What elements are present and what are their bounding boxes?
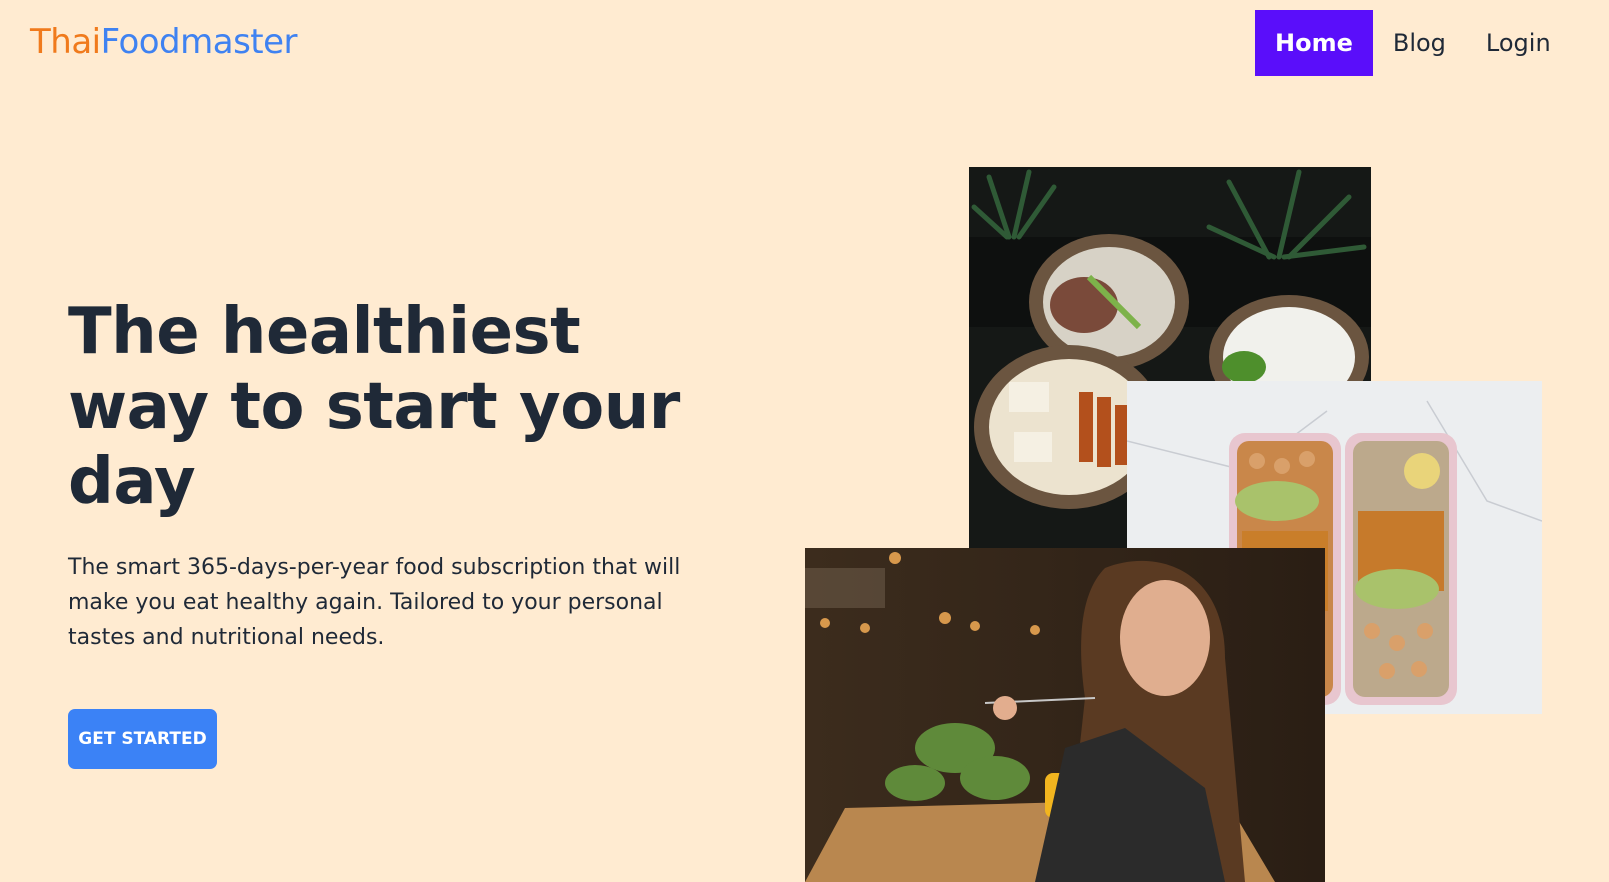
nav-login[interactable]: Login bbox=[1466, 10, 1571, 76]
woman-eating-image bbox=[805, 548, 1325, 882]
brand-part-thai: Thai bbox=[30, 22, 101, 62]
hero-title: The healthiest way to start your day bbox=[68, 295, 680, 519]
nav-blog[interactable]: Blog bbox=[1373, 10, 1466, 76]
main-nav: Home Blog Login bbox=[1255, 10, 1571, 76]
hero-description: The smart 365-days-per-year food subscri… bbox=[68, 555, 681, 650]
nav-home[interactable]: Home bbox=[1255, 10, 1373, 76]
landing-page: ThaiFoodmaster Home Blog Login The healt… bbox=[0, 0, 1609, 882]
brand-logo[interactable]: ThaiFoodmaster bbox=[30, 22, 298, 62]
get-started-button[interactable]: GET STARTED bbox=[68, 709, 217, 769]
brand-part-foodmaster: Foodmaster bbox=[100, 22, 298, 62]
